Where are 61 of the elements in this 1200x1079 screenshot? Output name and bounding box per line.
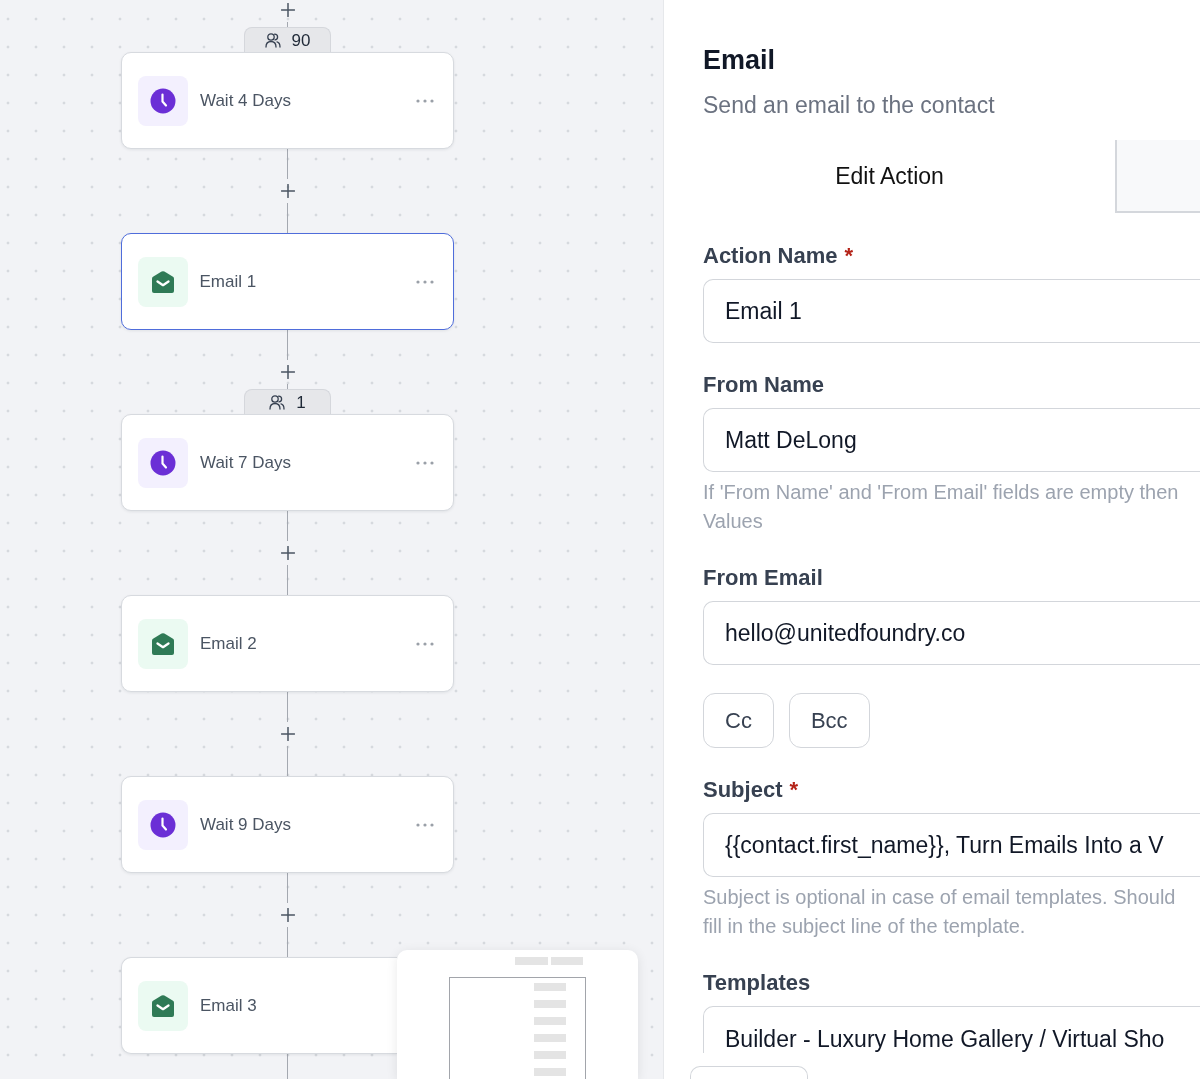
contact-count: 90 [291, 31, 311, 49]
clock-icon [138, 75, 188, 126]
required-mark: * [844, 242, 854, 270]
workflow-node[interactable]: Wait 9 Days [121, 776, 454, 873]
plus-icon[interactable] [280, 908, 295, 922]
users-icon [269, 394, 286, 410]
help-text: If 'From Name' and 'From Email' fields are empty then Values [703, 480, 1180, 534]
panel-subtitle: Send an email to the contact [703, 91, 996, 119]
minimap-node [551, 957, 583, 965]
contact-count: 1 [296, 393, 306, 411]
field-label: Templates [703, 969, 811, 997]
field-label: From Name [703, 371, 825, 399]
minimap-node [534, 1017, 566, 1025]
field-label: Action Name [703, 242, 838, 270]
minimap-node [534, 1051, 566, 1059]
node-title: Email 3 [200, 994, 258, 1017]
node-title: Email 2 [200, 632, 258, 655]
envelope-icon [137, 256, 188, 307]
node-title: Wait 9 Days [200, 813, 292, 836]
minimap-node [534, 1000, 566, 1008]
node-title: Wait 4 Days [200, 89, 292, 112]
footer-button[interactable] [690, 1066, 808, 1079]
minimap-node [534, 983, 566, 991]
clock-icon [138, 437, 188, 488]
text-field[interactable]: Matt DeLong [703, 408, 1200, 472]
node-title: Wait 7 Days [200, 451, 292, 474]
more-options-icon[interactable] [416, 460, 434, 465]
workflow-node[interactable]: Wait 4 Days [121, 52, 454, 149]
workflow-node[interactable]: Wait 7 Days [121, 414, 454, 511]
more-options-icon[interactable] [416, 641, 434, 646]
minimap-node [515, 957, 548, 965]
field-label: Subject [703, 776, 783, 804]
more-options-icon[interactable] [416, 822, 434, 827]
text-field[interactable]: hello@unitedfoundry.co [703, 601, 1200, 665]
workflow-node[interactable]: Email 3 [121, 957, 397, 1054]
tab[interactable] [1115, 140, 1200, 213]
help-text: Subject is optional in case of email templates. Should fill in the subject line of the template. [703, 885, 1177, 939]
workflow-node[interactable]: Email 2 [121, 595, 454, 692]
more-options-icon[interactable] [416, 98, 434, 103]
field-label: From Email [703, 564, 823, 592]
workflow-node[interactable]: Email 1 [121, 233, 454, 330]
required-mark: * [789, 776, 799, 804]
plus-icon[interactable] [280, 184, 295, 198]
outline-button[interactable]: Cc [703, 693, 774, 748]
node-title: Email 1 [199, 270, 258, 293]
outline-button[interactable]: Bcc [788, 693, 870, 748]
clock-icon [138, 799, 188, 850]
envelope-icon [138, 980, 188, 1031]
more-options-icon[interactable] [416, 279, 434, 284]
plus-icon[interactable] [280, 727, 295, 741]
text-field[interactable]: {{contact.first_name}}, Turn Emails Into a V [703, 813, 1200, 877]
dropdown-field[interactable]: Builder - Luxury Home Gallery / Virtual Sho [703, 1006, 1200, 1053]
plus-icon[interactable] [280, 546, 295, 560]
panel-title: Email [703, 44, 777, 77]
envelope-icon [138, 618, 188, 669]
users-icon [264, 32, 281, 48]
plus-icon[interactable] [280, 365, 295, 379]
text-field[interactable]: Email 1 [703, 279, 1200, 343]
minimap-node [534, 1068, 566, 1076]
plus-icon[interactable] [280, 3, 295, 17]
minimap-node [534, 1034, 566, 1042]
